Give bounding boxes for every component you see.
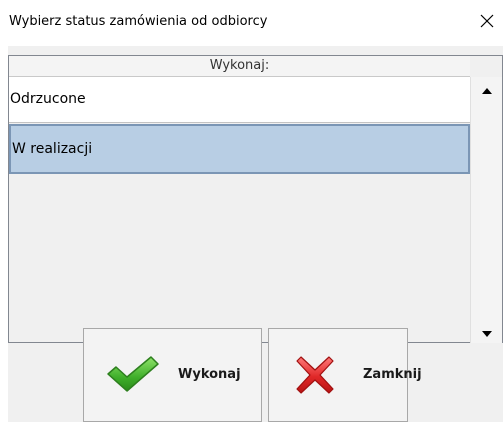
close-button-label: Zamknij xyxy=(363,367,422,382)
list-header: Wykonaj: xyxy=(9,56,470,77)
close-icon xyxy=(480,14,494,31)
window-title: Wybierz status zamówienia od odbiorcy xyxy=(9,14,268,29)
scroll-up-button[interactable] xyxy=(471,81,503,98)
arrow-up-icon xyxy=(482,83,492,97)
execute-button-label: Wykonaj xyxy=(178,367,241,382)
scroll-down-button[interactable] xyxy=(471,324,503,341)
list-item-w-realizacji[interactable]: W realizacji xyxy=(9,124,470,174)
list-rows: Odrzucone W realizacji xyxy=(9,77,470,174)
arrow-down-icon xyxy=(482,326,492,340)
execute-button[interactable]: Wykonaj xyxy=(83,328,262,422)
status-list[interactable]: Wykonaj: Odrzucone W realizacji xyxy=(8,55,503,343)
dialog-body: Wykonaj: Odrzucone W realizacji Wykonaj … xyxy=(8,46,503,422)
list-item-odrzucone[interactable]: Odrzucone xyxy=(9,77,470,123)
red-x-icon xyxy=(291,351,339,402)
vertical-scrollbar[interactable] xyxy=(470,77,502,343)
checkmark-icon xyxy=(106,354,160,397)
title-bar: Wybierz status zamówienia od odbiorcy xyxy=(0,0,503,46)
close-button[interactable]: Zamknij xyxy=(268,328,422,422)
close-window-button[interactable] xyxy=(472,7,502,37)
